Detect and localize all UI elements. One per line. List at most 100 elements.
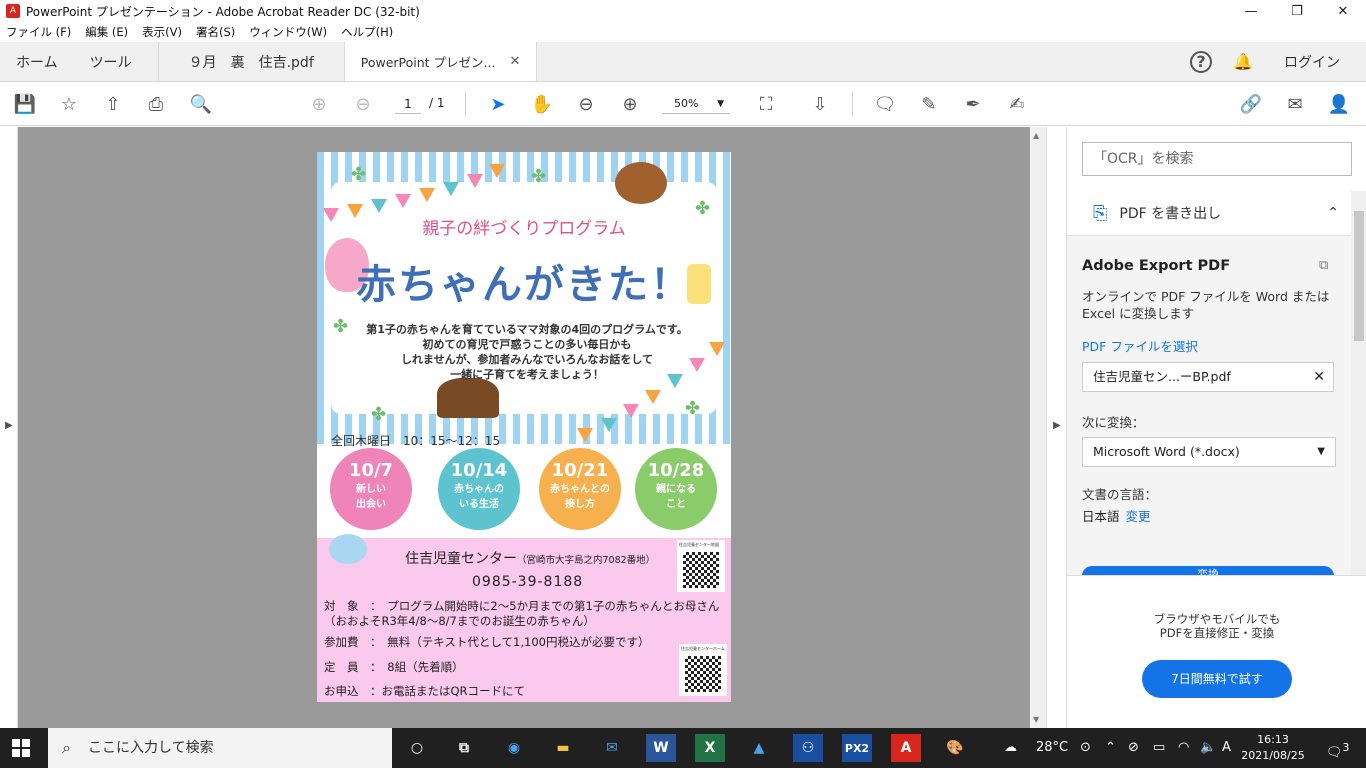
fill-sign-icon[interactable]: ✍ <box>1005 92 1029 116</box>
excel-icon[interactable]: X <box>695 734 725 762</box>
notification-center-icon[interactable]: 🗨3 <box>1326 728 1349 768</box>
print-icon[interactable]: ⎙ <box>144 92 168 116</box>
select-pdf-link[interactable]: PDF ファイルを選択 <box>1082 336 1198 355</box>
qr-code-map: 住吉児童センター地図 <box>677 540 725 592</box>
scroll-down-icon[interactable]: ▼ <box>1033 715 1039 724</box>
flyer-desc-line: 一緒に子育てを考えましょう！ <box>450 368 604 381</box>
convert-format-select[interactable]: Microsoft Word (*.docx) ▼ <box>1082 437 1336 467</box>
menu-file[interactable]: ファイル (F) <box>6 24 71 40</box>
bunting-flag-icon <box>395 194 411 208</box>
star-icon[interactable]: ☆ <box>57 92 81 116</box>
acrobat-icon[interactable]: A <box>891 734 921 762</box>
copy-icon[interactable]: ⧉ <box>1319 258 1328 273</box>
pdf-icon: A <box>6 4 20 18</box>
fit-page-icon[interactable]: ⛶ <box>754 92 778 116</box>
panel-scroll-thumb[interactable] <box>1354 211 1364 341</box>
minimize-button[interactable]: — <box>1228 0 1274 22</box>
windows-start-icon[interactable] <box>12 739 30 757</box>
bear-icon <box>615 162 667 204</box>
session-topic: いる生活 <box>459 499 499 510</box>
bunting-flag-icon <box>443 182 459 196</box>
bunting-flag-icon <box>489 164 505 178</box>
menu-help[interactable]: ヘルプ(H) <box>341 24 393 40</box>
tab-home[interactable]: ホーム <box>0 42 74 81</box>
login-button[interactable]: ログイン <box>1284 52 1340 72</box>
tab-tools[interactable]: ツール <box>74 42 159 81</box>
free-trial-button[interactable]: 7日間無料で試す <box>1142 660 1292 698</box>
search-icon[interactable]: 🔍 <box>189 92 213 116</box>
email-icon[interactable]: ✉ <box>1283 92 1307 116</box>
export-pdf-header[interactable]: ⎘ PDF を書き出し ⌃ <box>1067 191 1351 235</box>
page-number-input[interactable]: 1 <box>395 94 421 114</box>
flyer-center-name: 住吉児童センター（宮崎市大字島之内7082番地） <box>405 548 655 568</box>
document-language-label: 文書の言語： <box>1082 487 1158 502</box>
rocking-horse-icon <box>437 378 499 418</box>
window-title: PowerPoint プレゼンテーション - Adobe Acrobat Rea… <box>26 4 420 19</box>
mail-icon[interactable]: ✉ <box>597 734 627 762</box>
weather-icon[interactable]: ☁ <box>1004 728 1017 768</box>
paint-icon[interactable]: 🎨 <box>940 734 970 762</box>
close-tab-icon[interactable]: ✕ <box>509 54 520 69</box>
selected-file-field[interactable]: 住吉児童セン...ーBP.pdf ✕ <box>1082 362 1334 392</box>
ime-indicator[interactable]: A <box>1222 728 1231 768</box>
menu-window[interactable]: ウィンドウ(W) <box>249 24 327 40</box>
session-topic: こと <box>666 499 686 510</box>
px2-app-icon[interactable]: PX2 <box>842 734 872 762</box>
clock[interactable]: 16:13 2021/08/25 <box>1236 732 1310 764</box>
maximize-button[interactable]: ❐ <box>1274 0 1320 22</box>
menu-sign[interactable]: 署名(S) <box>196 24 235 40</box>
share-link-icon[interactable]: 🔗 <box>1239 92 1263 116</box>
weather-temperature[interactable]: 28°C <box>1036 728 1068 768</box>
battery-icon[interactable]: ▭ <box>1153 728 1165 768</box>
expand-left-panel-icon[interactable]: ▶ <box>5 420 13 431</box>
taskbar-search-input[interactable]: ⌕ ここに入力して検索 <box>48 728 392 768</box>
zoom-in-icon[interactable]: ⊕ <box>618 92 642 116</box>
bunting-flag-icon <box>709 342 725 356</box>
people-icon[interactable]: ⊙ <box>1080 728 1091 768</box>
comment-icon[interactable]: 🗨 <box>873 92 897 116</box>
promo-text: ブラウザやモバイルでも PDFを直接修正・変換 <box>1067 612 1366 640</box>
change-language-link[interactable]: 変更 <box>1126 509 1151 524</box>
scroll-up-icon[interactable]: ▲ <box>1033 131 1039 140</box>
save-icon[interactable]: 💾 <box>13 92 37 116</box>
chevron-up-icon[interactable]: ⌃ <box>1327 205 1339 221</box>
bell-icon[interactable]: 🔔 <box>1232 51 1254 73</box>
tool-search-input[interactable]: 「OCR」を検索 <box>1082 142 1352 176</box>
center-address: （宮崎市大字島之内7082番地） <box>517 555 656 566</box>
app-icon[interactable]: ▲ <box>744 734 774 762</box>
collapse-right-panel-icon[interactable]: ▶ <box>1053 420 1061 431</box>
document-scrollbar[interactable]: ▲ ▼ <box>1030 127 1046 728</box>
app-icon[interactable]: ⚇ <box>793 734 823 762</box>
file-explorer-icon[interactable]: ▬ <box>548 734 578 762</box>
task-view-icon[interactable]: ⧉ <box>449 734 479 762</box>
chevron-up-icon[interactable]: ⌃ <box>1105 728 1116 768</box>
highlight-pen-icon[interactable]: ✎ <box>917 92 941 116</box>
scroll-mode-icon[interactable]: ⇩ <box>808 92 832 116</box>
cortana-icon[interactable]: ○ <box>402 734 432 762</box>
close-window-button[interactable]: ✕ <box>1320 0 1366 22</box>
prev-page-icon[interactable]: ⊕ <box>307 92 331 116</box>
toolbar: 💾 ☆ ⇧ ⎙ 🔍 ⊕ ⊖ 1 / 1 ➤ ✋ ⊖ ⊕ 50% ▼ ⛶ ⇩ 🗨 ✎… <box>0 82 1366 126</box>
chevron-down-icon: ▼ <box>717 99 724 109</box>
word-icon[interactable]: W <box>646 734 676 762</box>
upload-icon[interactable]: ⇧ <box>101 92 125 116</box>
zoom-select[interactable]: 50% ▼ <box>662 94 730 114</box>
bunting-flag-icon <box>623 404 639 418</box>
network-status-icon[interactable]: ⊘ <box>1128 728 1139 768</box>
hand-tool-icon[interactable]: ✋ <box>530 92 554 116</box>
volume-icon[interactable]: 🔈 <box>1200 728 1216 768</box>
add-user-icon[interactable]: 👤 <box>1327 92 1351 116</box>
menu-edit[interactable]: 編集 (E) <box>85 24 128 40</box>
help-icon[interactable]: ? <box>1190 50 1212 73</box>
tab-document-1[interactable]: ９月 裏 住吉.pdf <box>159 42 345 81</box>
menu-view[interactable]: 表示(V) <box>142 24 182 40</box>
tab-document-2[interactable]: PowerPoint プレゼン... ✕ <box>344 42 538 81</box>
wifi-icon[interactable]: ◠ <box>1178 728 1189 768</box>
panel-scrollbar[interactable] <box>1351 191 1366 575</box>
next-page-icon[interactable]: ⊖ <box>351 92 375 116</box>
edge-icon[interactable]: ◉ <box>499 734 529 762</box>
clear-file-icon[interactable]: ✕ <box>1313 363 1325 391</box>
zoom-out-icon[interactable]: ⊖ <box>574 92 598 116</box>
select-cursor-icon[interactable]: ➤ <box>486 92 510 116</box>
sign-icon[interactable]: ✒ <box>961 92 985 116</box>
